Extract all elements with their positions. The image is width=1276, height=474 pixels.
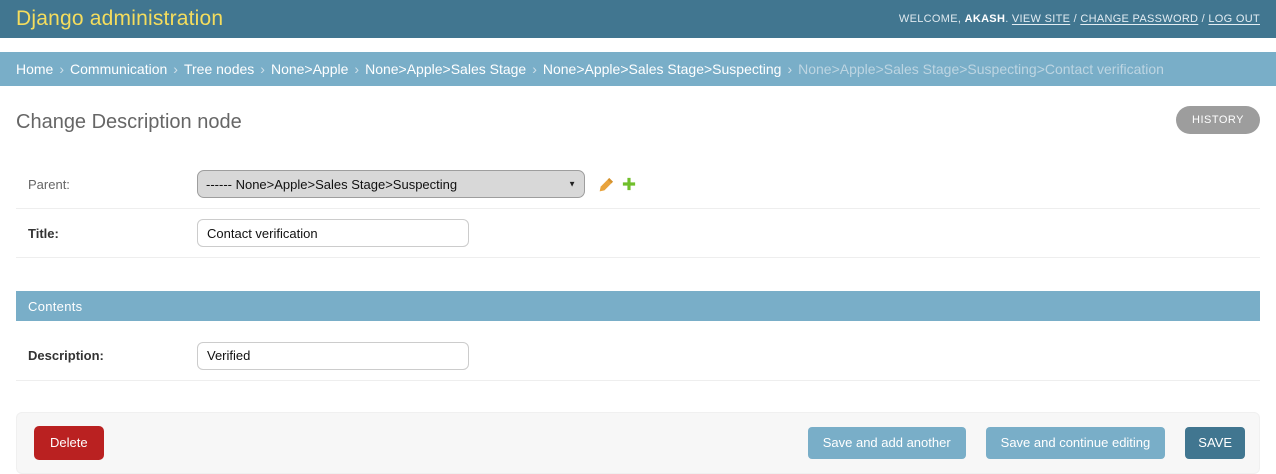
branding-link[interactable]: Django administration (16, 7, 223, 31)
parent-label: Parent: (28, 176, 70, 192)
add-parent-button[interactable] (622, 176, 636, 192)
breadcrumb-separator: › (354, 61, 360, 77)
history-button[interactable]: HISTORY (1176, 106, 1260, 134)
breadcrumb-tree-nodes[interactable]: Tree nodes (184, 61, 254, 77)
welcome-suffix: . (1005, 13, 1012, 25)
delete-button[interactable]: Delete (34, 425, 104, 460)
breadcrumb-suspecting[interactable]: None>Apple>Sales Stage>Suspecting (543, 61, 782, 77)
user-tools: WELCOME, AKASH. VIEW SITE / CHANGE PASSW… (899, 13, 1260, 25)
user-tools-separator: / (1070, 13, 1081, 25)
breadcrumb-separator: › (173, 61, 178, 77)
breadcrumb: Home › Communication › Tree nodes › None… (0, 52, 1276, 86)
title-input[interactable] (197, 219, 469, 247)
save-and-continue-editing-button[interactable]: Save and continue editing (985, 426, 1166, 459)
contents-section-header: Contents (16, 291, 1260, 321)
parent-select[interactable]: ------ None>Apple>Sales Stage>Suspecting (197, 170, 585, 198)
save-and-add-another-button[interactable]: Save and add another (807, 426, 966, 459)
description-input[interactable] (197, 341, 469, 370)
save-button-group: Save and add another Save and continue e… (807, 426, 1245, 459)
view-site-link[interactable]: VIEW SITE (1012, 13, 1070, 25)
username: AKASH (964, 13, 1006, 25)
breadcrumb-separator: › (787, 61, 793, 77)
pencil-icon (599, 177, 614, 192)
page-title: Change Description node (16, 111, 242, 133)
breadcrumb-current: None>Apple>Sales Stage>Suspecting>Contac… (798, 61, 1164, 77)
form-row-title: Title: (16, 209, 1260, 258)
log-out-link[interactable]: LOG OUT (1208, 13, 1260, 25)
breadcrumb-separator: › (532, 61, 537, 77)
breadcrumb-separator: › (59, 61, 65, 77)
app-header: Django administration WELCOME, AKASH. VI… (0, 0, 1276, 38)
content-area: Change Description node HISTORY Parent: … (0, 106, 1276, 474)
breadcrumb-sales-stage[interactable]: None>Apple>Sales Stage (365, 61, 526, 77)
form-row-description: Description: (16, 332, 1260, 381)
description-label: Description: (28, 348, 104, 364)
breadcrumb-none-apple[interactable]: None>Apple (271, 61, 348, 77)
welcome-text: WELCOME, (898, 13, 965, 25)
change-form: Parent: ------ None>Apple>Sales Stage>Su… (16, 160, 1260, 474)
breadcrumb-home[interactable]: Home (16, 61, 53, 77)
title-label: Title: (28, 225, 59, 241)
save-button[interactable]: SAVE (1185, 426, 1245, 459)
form-row-parent: Parent: ------ None>Apple>Sales Stage>Su… (16, 160, 1260, 209)
plus-icon (622, 177, 636, 191)
change-password-link[interactable]: CHANGE PASSWORD (1080, 13, 1198, 25)
page-title-row: Change Description node HISTORY (16, 106, 1260, 134)
breadcrumb-separator: › (260, 61, 265, 77)
parent-select-wrap: ------ None>Apple>Sales Stage>Suspecting… (197, 170, 585, 198)
breadcrumb-communication[interactable]: Communication (70, 61, 167, 77)
user-tools-separator: / (1198, 13, 1209, 25)
submit-row: Delete Save and add another Save and con… (16, 411, 1260, 474)
edit-parent-button[interactable] (599, 176, 614, 192)
contents-module: Contents Description: (16, 291, 1260, 381)
